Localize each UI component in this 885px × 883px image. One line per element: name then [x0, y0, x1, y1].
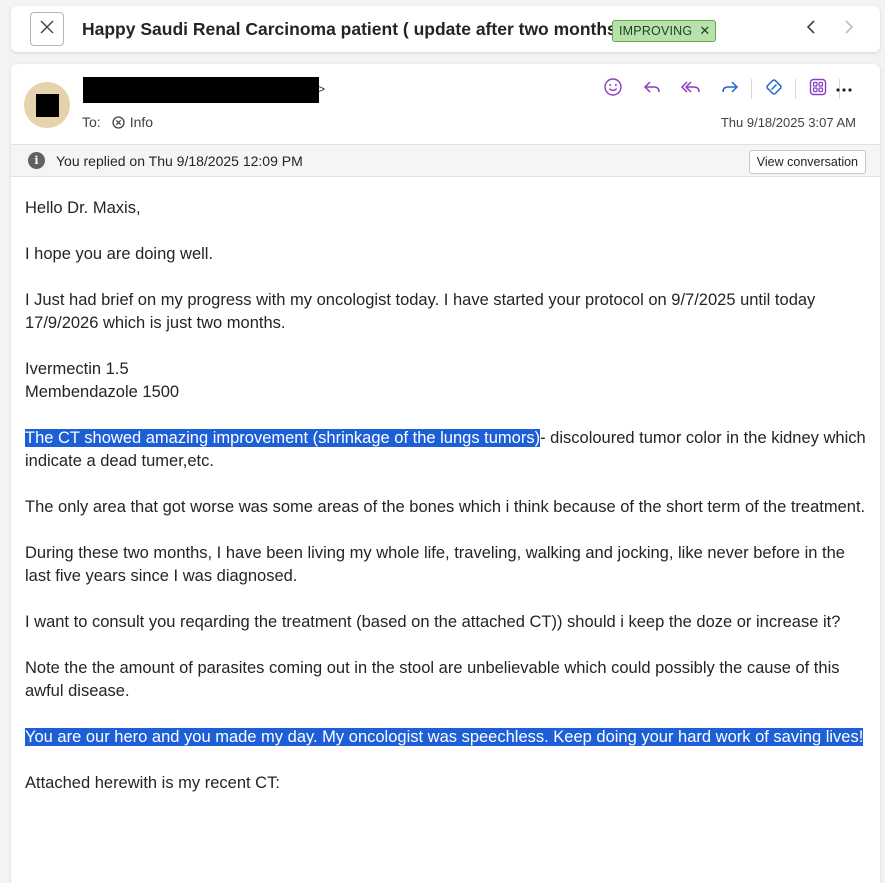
replied-notice: You replied on Thu 9/18/2025 12:09 PM [56, 153, 303, 169]
chevron-right-icon [844, 19, 854, 40]
forward-button[interactable] [710, 78, 749, 100]
close-icon [39, 19, 55, 40]
previous-message-button[interactable] [801, 18, 821, 40]
remove-tag-icon[interactable]: ✕ [699, 23, 710, 39]
message-body: Hello Dr. Maxis, I hope you are doing we… [25, 197, 870, 818]
body-paragraph: The CT showed amazing improvement (shrin… [25, 427, 870, 473]
apps-button[interactable] [798, 78, 837, 100]
body-paragraph: Note the the amount of parasites coming … [25, 659, 840, 700]
recipient-name[interactable]: Info [130, 114, 153, 130]
replied-info-bar: i You replied on Thu 9/18/2025 12:09 PM … [11, 144, 880, 177]
reply-button[interactable] [632, 78, 671, 100]
category-tag[interactable]: IMPROVING ✕ [612, 20, 716, 42]
avatar[interactable] [24, 82, 70, 128]
body-paragraph: I hope you are doing well. [25, 245, 214, 263]
redaction-block [35, 93, 59, 117]
apps-icon [808, 77, 828, 102]
reply-all-button[interactable] [671, 78, 710, 100]
more-icon [835, 80, 853, 98]
body-paragraph: You are our hero and you made my day. My… [25, 726, 870, 749]
medication-item: Ivermectin 1.5 [25, 360, 129, 378]
close-button[interactable] [30, 12, 64, 46]
immersive-reader-icon [764, 77, 784, 102]
subject-bar: Happy Saudi Renal Carcinoma patient ( up… [11, 6, 880, 52]
recipient-line: To: Info [82, 114, 153, 130]
body-paragraph: I want to consult you reqarding the trea… [25, 613, 841, 631]
reply-all-icon [680, 77, 702, 102]
message-card: > To: Info Thu 9/18/2025 3:07 AM i You r… [11, 64, 880, 883]
message-actions [593, 77, 842, 102]
more-actions-button[interactable] [833, 78, 855, 100]
toolbar-divider [795, 79, 796, 99]
body-paragraph: I Just had brief on my progress with my … [25, 291, 816, 332]
body-paragraph: The only area that got worse was some ar… [25, 498, 866, 516]
body-paragraph: During these two months, I have been liv… [25, 544, 845, 585]
greeting: Hello Dr. Maxis, [25, 199, 141, 217]
emoji-reaction-button[interactable] [593, 77, 632, 102]
next-message-button[interactable] [839, 18, 859, 40]
email-subject: Happy Saudi Renal Carcinoma patient ( up… [82, 19, 623, 39]
reply-icon [642, 77, 662, 102]
emoji-icon [603, 77, 623, 102]
toolbar-divider [751, 79, 752, 99]
info-icon [112, 115, 125, 129]
medication-item: Membendazole 1500 [25, 383, 180, 401]
sender-name-redacted [83, 77, 319, 103]
info-icon: i [28, 152, 45, 169]
highlighted-text: You are our hero and you made my day. My… [25, 728, 864, 746]
category-tag-label: IMPROVING [619, 24, 693, 38]
sender-address-suffix: > [318, 82, 326, 96]
to-label: To: [82, 114, 101, 130]
highlighted-text: The CT showed amazing improvement (shrin… [25, 429, 541, 447]
body-paragraph: Attached herewith is my recent CT: [25, 774, 280, 792]
immersive-reader-button[interactable] [754, 78, 793, 100]
forward-icon [720, 77, 740, 102]
chevron-left-icon [806, 19, 816, 40]
received-datetime: Thu 9/18/2025 3:07 AM [720, 115, 856, 130]
view-conversation-button[interactable]: View conversation [748, 150, 866, 174]
medication-list: Ivermectin 1.5 Membendazole 1500 [25, 358, 870, 404]
